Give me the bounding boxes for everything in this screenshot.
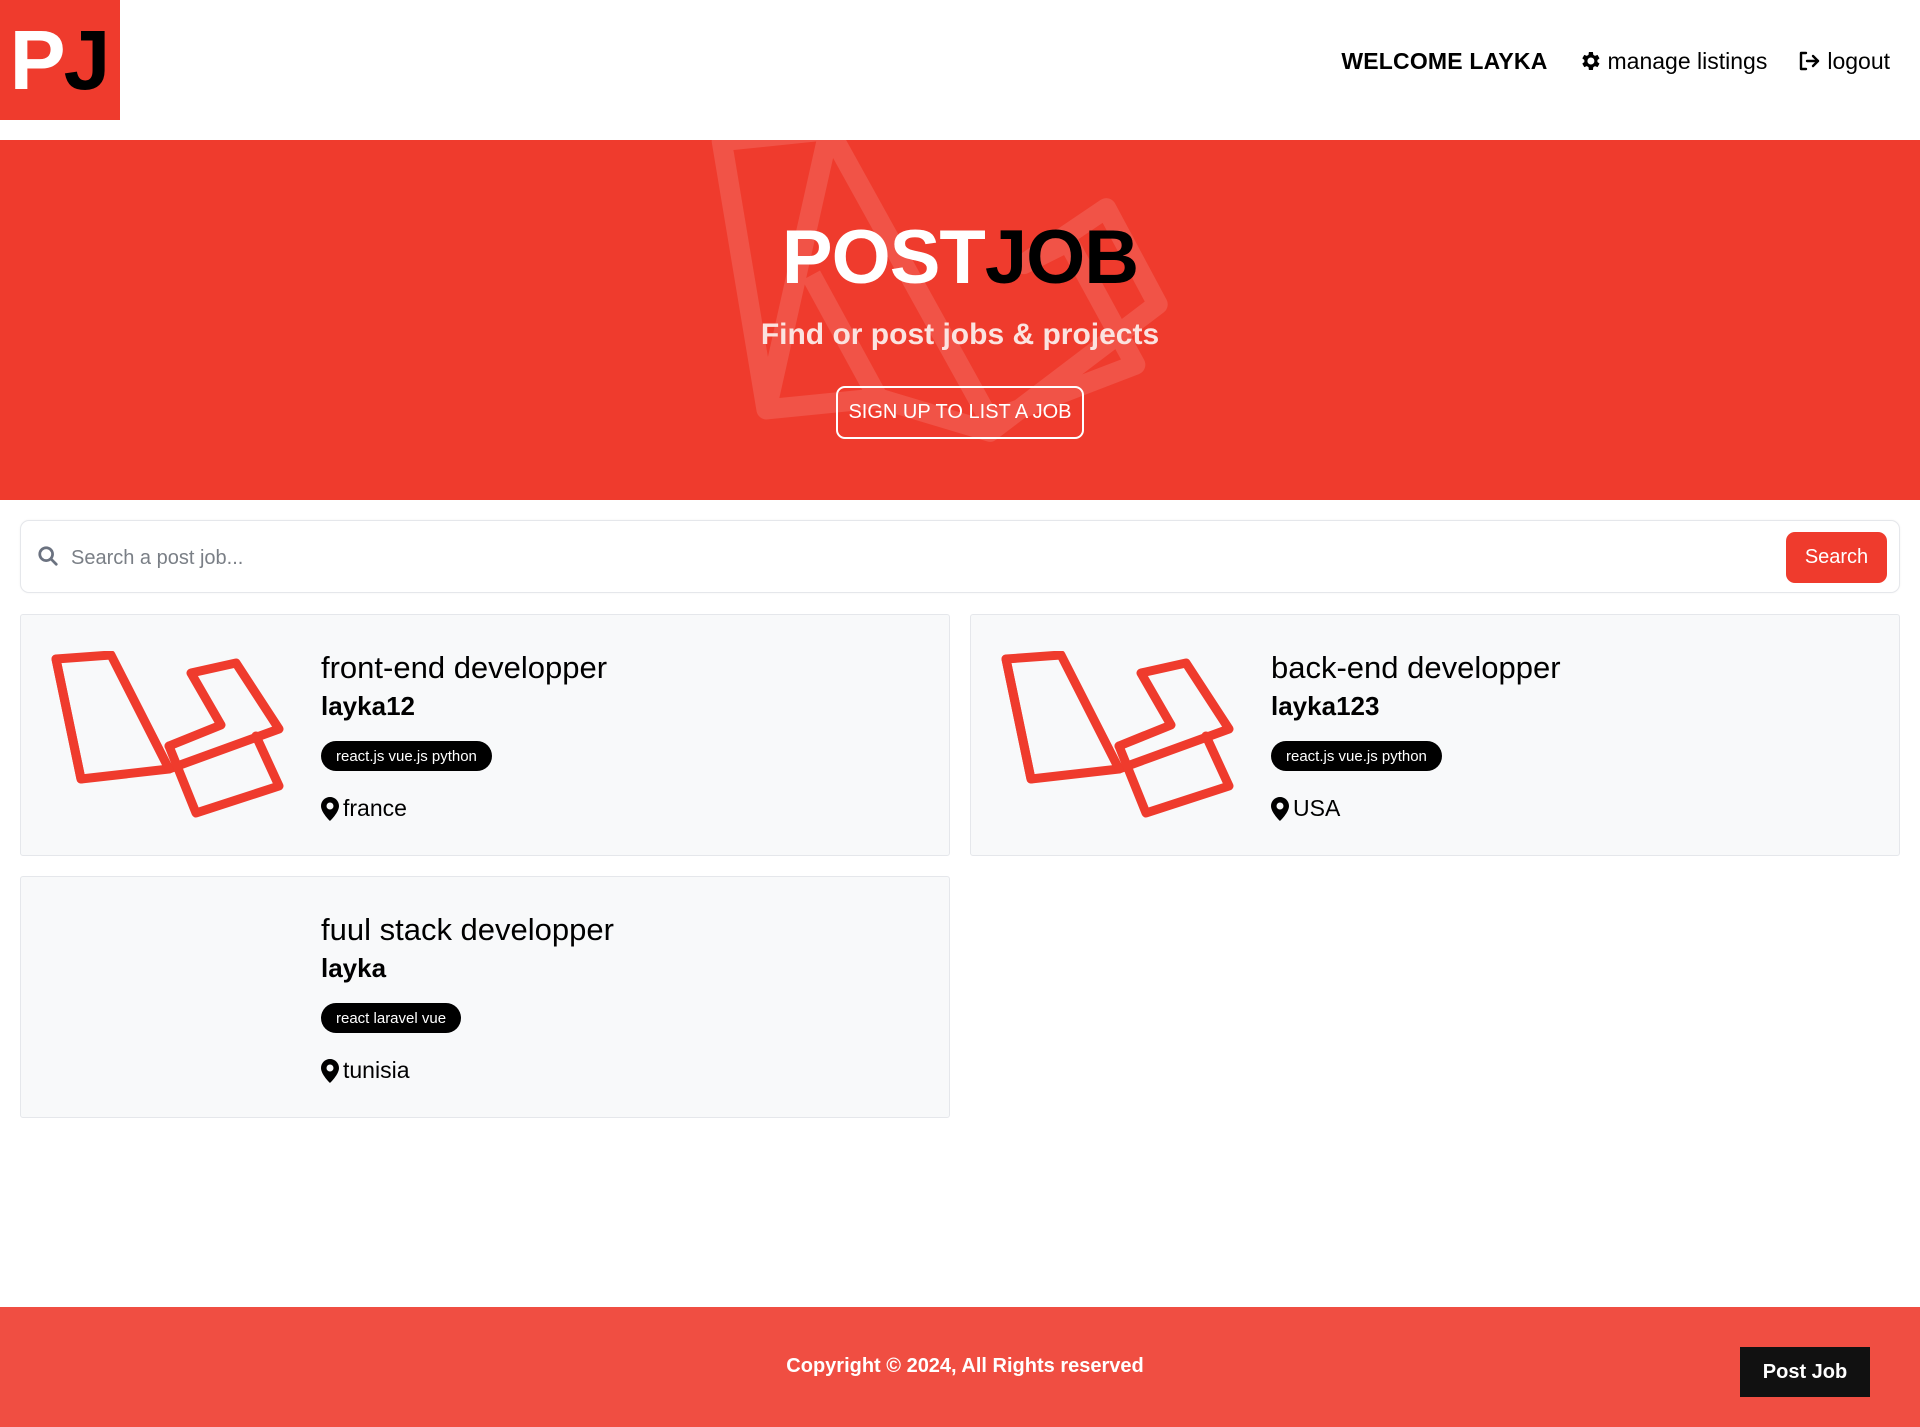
logout-label: logout [1827, 47, 1890, 74]
job-location-label: tunisia [343, 1057, 410, 1083]
post-job-button[interactable]: Post Job [1740, 1347, 1870, 1397]
job-location: france [321, 795, 407, 822]
job-title: back-end developper [1271, 650, 1561, 685]
search-button[interactable]: Search [1786, 532, 1887, 583]
welcome-text: WELCOME LAYKA [1341, 47, 1548, 74]
search-bar: Search [20, 520, 1900, 593]
job-tags[interactable]: react.js vue.js python [1271, 741, 1442, 771]
hero-title-post: POST [781, 215, 986, 300]
job-title: front-end developper [321, 650, 608, 685]
search-input[interactable] [71, 539, 1271, 577]
manage-listings-link[interactable]: manage listings [1578, 47, 1768, 75]
hero-banner: POSTJOB Find or post jobs & projects SIG… [0, 140, 1920, 500]
map-pin-icon [321, 1058, 339, 1083]
top-nav: WELCOME LAYKA manage listings logout [1341, 44, 1890, 78]
footer: Copyright © 2024, All Rights reserved Po… [0, 1307, 1920, 1427]
logo-letter-p: P [9, 13, 66, 107]
job-card[interactable]: fuul stack developper layka react larave… [20, 876, 950, 1118]
job-title: fuul stack developper [321, 912, 614, 947]
laravel-logo [51, 651, 284, 818]
job-company: layka [321, 953, 387, 983]
laravel-logo [1001, 651, 1234, 818]
signup-list-job-button[interactable]: SIGN UP TO LIST A JOB [836, 386, 1084, 439]
hero-subtitle: Find or post jobs & projects [760, 318, 1160, 351]
logout-link[interactable]: logout [1797, 48, 1890, 75]
job-location-label: france [343, 795, 407, 821]
job-company: layka12 [321, 691, 415, 721]
copyright-text: Copyright © 2024, All Rights reserved [786, 1355, 1144, 1377]
logo-letter-j: J [63, 13, 111, 107]
job-tags[interactable]: react.js vue.js python [321, 741, 492, 771]
gear-icon [1581, 52, 1600, 70]
job-company: layka123 [1271, 691, 1380, 721]
header: PJ WELCOME LAYKA manage listings logout [0, 0, 1920, 140]
map-pin-icon [321, 796, 339, 821]
job-card[interactable]: front-end developper layka12 react.js vu… [20, 614, 950, 856]
job-card[interactable]: back-end developper layka123 react.js vu… [970, 614, 1900, 856]
job-location: USA [1271, 795, 1340, 822]
job-location-label: USA [1293, 795, 1341, 821]
logout-icon [1800, 51, 1820, 71]
search-icon [38, 546, 58, 566]
manage-listings-label: manage listings [1607, 47, 1768, 74]
hero-title-job: JOB [984, 215, 1139, 300]
job-location: tunisia [321, 1057, 409, 1084]
site-logo[interactable]: PJ [0, 0, 120, 120]
hero-title: POSTJOB [0, 220, 1920, 296]
job-tags[interactable]: react laravel vue [321, 1003, 462, 1033]
map-pin-icon [1271, 796, 1289, 821]
